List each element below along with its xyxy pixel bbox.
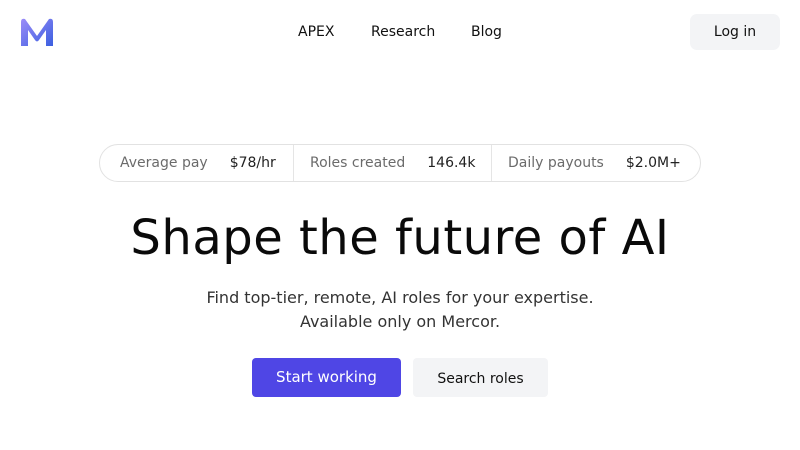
stat-label: Average pay	[120, 155, 208, 171]
stat-daily-payouts: Daily payouts $2.0M+	[491, 145, 700, 181]
hero-subtitle: Find top-tier, remote, AI roles for your…	[0, 286, 800, 334]
nav-link-research[interactable]: Research	[371, 23, 435, 41]
start-working-button[interactable]: Start working	[252, 358, 401, 397]
hero-subtitle-line1: Find top-tier, remote, AI roles for your…	[206, 288, 594, 307]
stat-roles-created: Roles created 146.4k	[293, 145, 491, 181]
hero-subtitle-line2: Available only on Mercor.	[299, 312, 501, 331]
nav-link-blog[interactable]: Blog	[471, 23, 502, 41]
stat-value: 146.4k	[427, 155, 476, 171]
nav-link-apex[interactable]: APEX	[298, 23, 334, 41]
stat-label: Daily payouts	[508, 155, 604, 171]
login-button[interactable]: Log in	[690, 14, 780, 50]
stats-bar: Average pay $78/hr Roles created 146.4k …	[99, 144, 701, 182]
stat-value: $78/hr	[229, 155, 276, 171]
stat-value: $2.0M+	[625, 155, 681, 171]
stat-label: Roles created	[310, 155, 406, 171]
top-nav: APEX Research Blog	[0, 0, 800, 64]
search-roles-button[interactable]: Search roles	[413, 358, 548, 397]
hero-title: Shape the future of AI	[130, 210, 670, 266]
stat-average-pay: Average pay $78/hr	[100, 145, 293, 181]
